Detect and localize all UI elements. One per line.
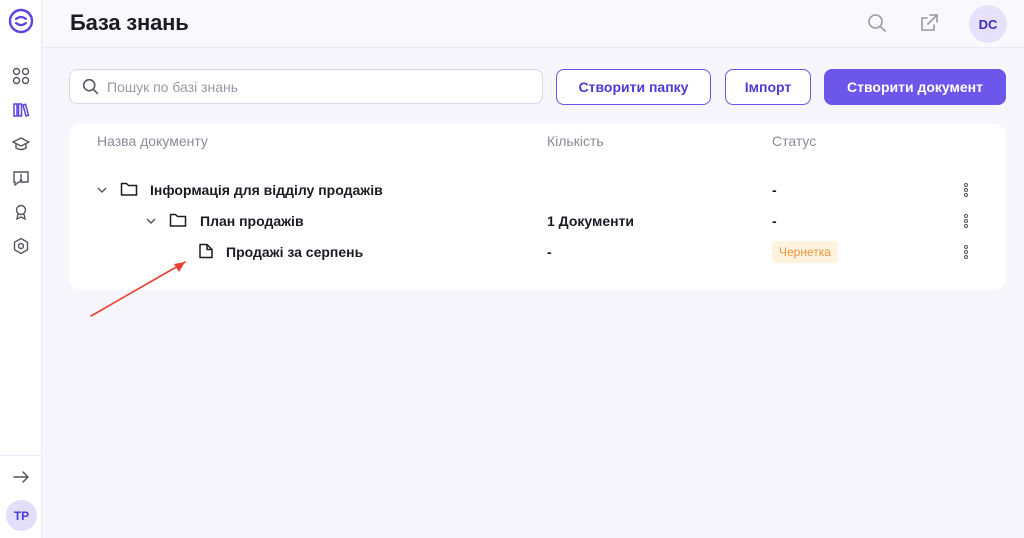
column-header-count[interactable]: Кількість bbox=[547, 133, 604, 149]
row-name[interactable]: План продажів bbox=[200, 213, 304, 229]
grid-icon[interactable] bbox=[11, 66, 31, 86]
row-count: 1 Документи bbox=[547, 213, 635, 229]
status-badge: Чернетка bbox=[772, 241, 838, 263]
header-avatar[interactable]: DC bbox=[969, 5, 1007, 43]
search-input[interactable] bbox=[107, 78, 527, 95]
sidebar: TP bbox=[0, 0, 42, 538]
more-options-icon[interactable] bbox=[962, 212, 970, 230]
more-options-icon[interactable] bbox=[962, 181, 970, 199]
sidebar-divider bbox=[0, 455, 42, 456]
table-row[interactable]: Продажі за серпень - Чернетка bbox=[69, 237, 1006, 267]
user-avatar[interactable]: TP bbox=[6, 500, 37, 531]
more-options-icon[interactable] bbox=[962, 243, 970, 261]
annotation-arrow bbox=[90, 261, 186, 317]
settings-hexagon-icon[interactable] bbox=[11, 236, 31, 256]
row-name[interactable]: Інформація для відділу продажів bbox=[150, 182, 383, 198]
column-header-name[interactable]: Назва документу bbox=[97, 133, 208, 149]
top-header: База знань DC bbox=[43, 0, 1024, 48]
external-link-icon[interactable] bbox=[918, 12, 940, 34]
search-field[interactable] bbox=[69, 69, 543, 104]
create-folder-button[interactable]: Створити папку bbox=[556, 69, 711, 105]
create-document-button[interactable]: Створити документ bbox=[824, 69, 1006, 105]
chevron-down-icon[interactable] bbox=[96, 184, 108, 196]
row-status: - bbox=[772, 213, 777, 229]
award-icon[interactable] bbox=[11, 202, 31, 222]
row-count: - bbox=[547, 244, 552, 260]
column-header-status[interactable]: Статус bbox=[772, 133, 816, 149]
app-logo-icon[interactable] bbox=[8, 8, 34, 34]
search-icon[interactable] bbox=[866, 12, 888, 34]
search-icon bbox=[82, 78, 99, 95]
folder-icon bbox=[169, 213, 187, 227]
import-button[interactable]: Імпорт bbox=[725, 69, 811, 105]
table-row[interactable]: План продажів 1 Документи - bbox=[69, 206, 1006, 236]
row-status: - bbox=[772, 182, 777, 198]
page-title: База знань bbox=[70, 10, 189, 35]
library-icon[interactable] bbox=[11, 100, 31, 120]
documents-table: Назва документу Кількість Статус Інформа… bbox=[69, 124, 1006, 290]
arrow-right-icon[interactable] bbox=[11, 467, 31, 487]
row-name[interactable]: Продажі за серпень bbox=[226, 244, 363, 260]
folder-icon bbox=[120, 182, 138, 196]
chevron-down-icon[interactable] bbox=[145, 215, 157, 227]
graduation-cap-icon[interactable] bbox=[11, 134, 31, 154]
message-alert-icon[interactable] bbox=[11, 168, 31, 188]
table-row[interactable]: Інформація для відділу продажів - bbox=[69, 175, 1006, 205]
document-icon bbox=[199, 243, 213, 259]
